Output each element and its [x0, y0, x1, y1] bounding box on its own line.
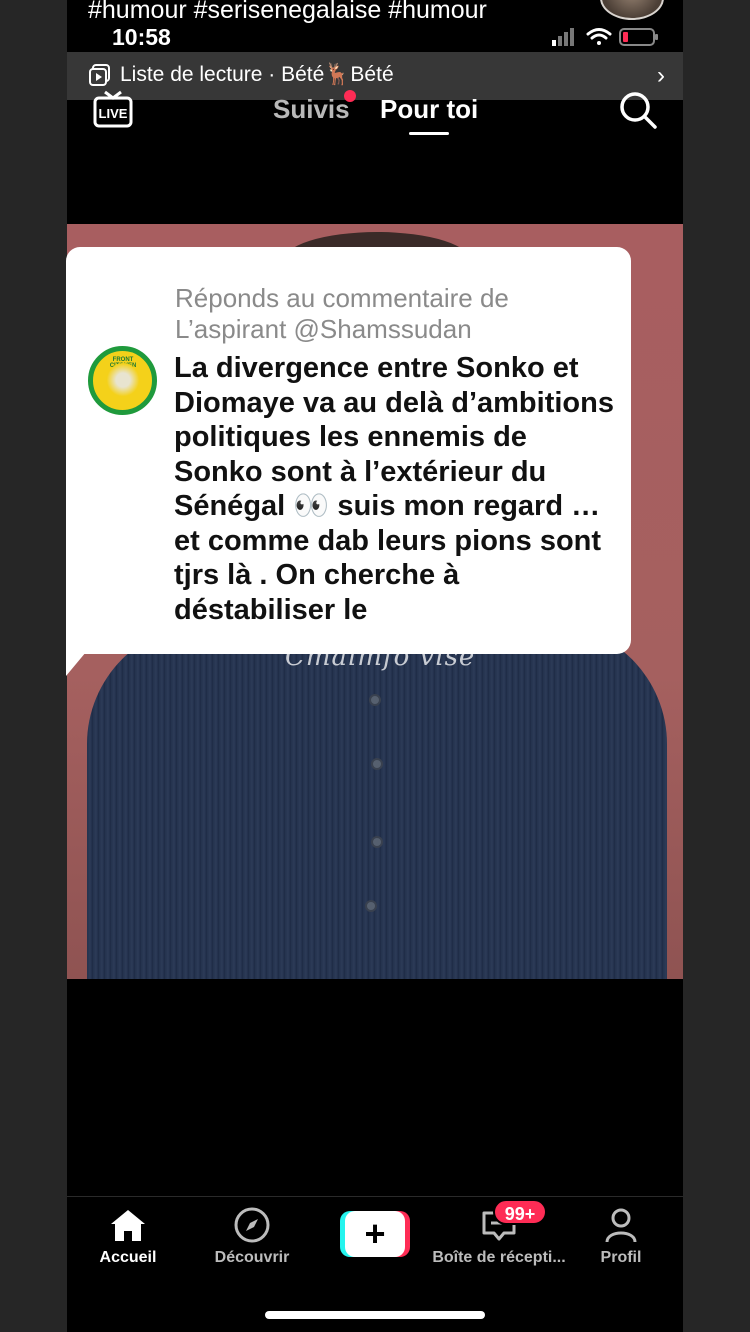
battery-icon [619, 28, 658, 46]
search-icon[interactable] [618, 90, 658, 130]
nav-profile-label: Profil [600, 1249, 642, 1266]
phone-screen: Cmaimfo vise Accueil Découvrir + Boîte d [67, 0, 683, 1332]
tab-active-indicator [409, 132, 449, 135]
dove-icon [107, 363, 139, 397]
top-navigation: LIVE Suivis Pour toi [67, 88, 683, 144]
notification-dot [344, 90, 356, 102]
status-icons [552, 28, 658, 46]
shirt-button [371, 836, 383, 848]
side-margin-right [683, 0, 750, 1332]
nav-inbox-label: Boîte de récepti... [432, 1249, 566, 1266]
tab-following[interactable]: Suivis [273, 94, 350, 125]
playlist-icon [89, 64, 110, 86]
nav-discover[interactable]: Découvrir [207, 1205, 297, 1267]
reply-comment-card[interactable]: Réponds au commentaire de L’aspirant @Sh… [66, 247, 631, 654]
reply-header: Réponds au commentaire de L’aspirant @Sh… [175, 283, 509, 344]
playlist-label: Liste de lecture · Bété🦌Bété [120, 63, 394, 86]
live-icon[interactable]: LIVE [93, 90, 133, 128]
shirt-button [365, 900, 377, 912]
live-label: LIVE [99, 106, 128, 121]
reply-comment-text: La divergence entre Sonko et Diomaye va … [174, 352, 614, 626]
inbox-badge: 99+ [493, 1199, 547, 1225]
shirt-button [369, 694, 381, 706]
home-indicator[interactable] [265, 1311, 485, 1319]
create-button[interactable]: + [340, 1211, 410, 1257]
chevron-right-icon: › [657, 62, 665, 89]
video-hashtags[interactable]: #humour #serisenegalaise #humour [88, 0, 487, 25]
nav-home[interactable]: Accueil [97, 1205, 159, 1267]
plus-icon: + [364, 1213, 386, 1254]
nav-profile[interactable]: Profil [591, 1205, 651, 1267]
shirt-button [371, 758, 383, 770]
signal-icon [552, 28, 574, 46]
status-time: 10:58 [112, 24, 171, 50]
tab-for-you[interactable]: Pour toi [380, 94, 478, 125]
commenter-avatar[interactable]: FRONT CITOYEN [88, 346, 157, 415]
nav-home-label: Accueil [99, 1249, 157, 1266]
home-icon [111, 1210, 145, 1241]
compass-icon [234, 1207, 270, 1243]
side-margin-left [0, 0, 67, 1332]
wifi-icon [586, 28, 612, 45]
profile-icon [605, 1208, 637, 1243]
video-shirt [87, 624, 667, 979]
nav-discover-label: Découvrir [214, 1249, 290, 1266]
